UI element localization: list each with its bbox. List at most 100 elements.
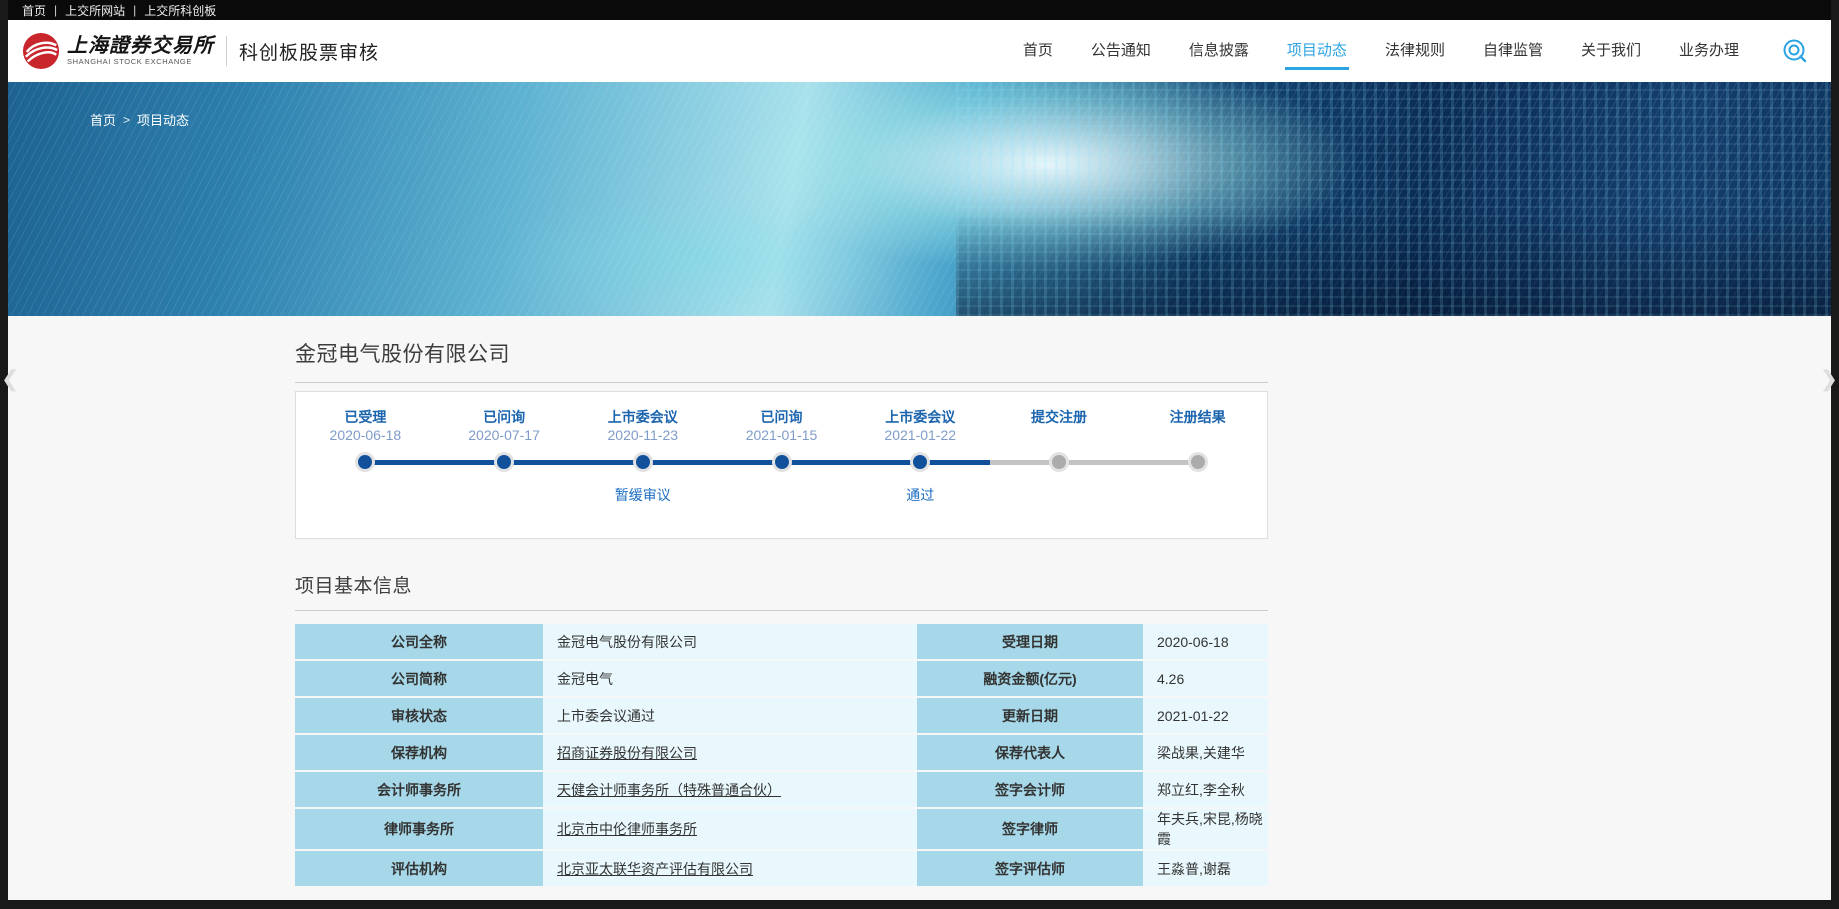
stage-status-passed[interactable]: 通过 [906,485,934,503]
info-label-sponsor: 保荐机构 [295,735,543,770]
info-label-signing-appraisers: 签字评估师 [917,851,1143,886]
project-info-table: 公司全称 金冠电气股份有限公司 受理日期 2020-06-18 公司简称 金冠电… [295,622,1268,888]
stage-label: 注册结果 [1170,407,1226,425]
breadcrumb-home[interactable]: 首页 [90,110,116,129]
timeline-stage-committee-1: 上市委会议 2020-11-23 暂缓审议 [573,407,712,538]
info-label-company-short-name: 公司简称 [295,661,543,696]
info-label-update-date: 更新日期 [917,698,1143,733]
stage-date: 2020-06-18 [330,427,402,447]
title-divider [295,382,1268,383]
section-divider [295,610,1268,611]
info-value: 梁战果,关建华 [1143,735,1268,770]
topbar-link-home[interactable]: 首页 [22,2,46,19]
site-header: 上海證券交易所 SHANGHAI STOCK EXCHANGE 科创板股票审核 … [8,20,1831,82]
nav-item-home[interactable]: 首页 [1021,33,1055,70]
timeline-stage-registration-submitted: 提交注册 [990,407,1129,538]
stage-label: 提交注册 [1031,407,1087,425]
search-button[interactable] [1781,37,1809,65]
info-label-law-firm: 律师事务所 [295,809,543,849]
table-row: 审核状态 上市委会议通过 更新日期 2021-01-22 [295,698,1268,733]
timeline-stage-registration-result: 注册结果 [1128,407,1267,538]
prev-arrow-icon[interactable]: ❮ [1,368,19,390]
table-row: 公司简称 金冠电气 融资金额(亿元) 4.26 [295,661,1268,696]
info-value: 年夫兵,宋昆,杨晓霞 [1143,809,1268,849]
topbar-separator: | [54,3,57,17]
info-label-signing-lawyers: 签字律师 [917,809,1143,849]
stage-label: 已问询 [483,407,525,425]
info-value: 2021-01-22 [1143,698,1268,733]
info-label-appraisal-agency: 评估机构 [295,851,543,886]
accounting-firm-link[interactable]: 天健会计师事务所（特殊普通合伙） [557,782,781,798]
browser-frame: 首页 | 上交所网站 | 上交所科创板 上海證券交易所 SHANGHAI STO… [0,0,1839,909]
breadcrumb: 首页 > 项目动态 [90,110,189,129]
info-label-company-full-name: 公司全称 [295,624,543,659]
stage-dot-icon [636,455,650,469]
topbar-link-sse-site[interactable]: 上交所网站 [65,2,125,19]
table-row: 公司全称 金冠电气股份有限公司 受理日期 2020-06-18 [295,624,1268,659]
topbar-separator: | [133,3,136,17]
law-firm-link[interactable]: 北京市中伦律师事务所 [557,821,697,837]
stage-dot-icon [1191,455,1205,469]
site-product-name: 科创板股票审核 [239,38,379,65]
breadcrumb-current: 项目动态 [137,110,189,129]
stage-status-deferred[interactable]: 暂缓审议 [615,485,671,503]
timeline-stage-committee-2: 上市委会议 2021-01-22 通过 [851,407,990,538]
sponsor-link[interactable]: 招商证券股份有限公司 [557,745,697,761]
stage-date: 2021-01-15 [746,427,818,447]
timeline-stage-inquired-1: 已问询 2020-07-17 [435,407,574,538]
search-icon [1782,38,1808,64]
logo-divider [226,36,227,66]
nav-item-project-status[interactable]: 项目动态 [1285,33,1349,70]
stage-dot-icon [497,455,511,469]
table-row: 评估机构 北京亚太联华资产评估有限公司 签字评估师 王淼普,谢磊 [295,851,1268,886]
nav-item-legal-rules[interactable]: 法律规则 [1383,33,1447,70]
nav-item-business[interactable]: 业务办理 [1677,33,1741,70]
nav-item-self-regulation[interactable]: 自律监管 [1481,33,1545,70]
next-arrow-icon[interactable]: ❯ [1820,368,1838,390]
info-label-acceptance-date: 受理日期 [917,624,1143,659]
stage-label: 上市委会议 [608,407,678,425]
sse-logo[interactable]: 上海證券交易所 SHANGHAI STOCK EXCHANGE [22,32,214,70]
main-nav: 首页 公告通知 信息披露 项目动态 法律规则 自律监管 关于我们 业务办理 [1021,33,1809,70]
info-value: 金冠电气 [543,661,917,696]
stage-dot-icon [775,455,789,469]
timeline-stage-accepted: 已受理 2020-06-18 [296,407,435,538]
section-title-basic-info: 项目基本信息 [295,571,1268,598]
timeline-stage-inquired-2: 已问询 2021-01-15 [712,407,851,538]
stage-label: 已问询 [761,407,803,425]
info-value: 金冠电气股份有限公司 [543,624,917,659]
nav-item-about-us[interactable]: 关于我们 [1579,33,1643,70]
info-value: 天健会计师事务所（特殊普通合伙） [543,772,917,807]
info-value: 招商证券股份有限公司 [543,735,917,770]
nav-item-disclosure[interactable]: 信息披露 [1187,33,1251,70]
info-label-accounting-firm: 会计师事务所 [295,772,543,807]
info-value: 北京亚太联华资产评估有限公司 [543,851,917,886]
table-row: 会计师事务所 天健会计师事务所（特殊普通合伙） 签字会计师 郑立红,李全秋 [295,772,1268,807]
breadcrumb-separator-icon: > [123,113,130,127]
info-value: 王淼普,谢磊 [1143,851,1268,886]
info-value: 北京市中伦律师事务所 [543,809,917,849]
hero-banner: 首页 > 项目动态 [8,82,1831,316]
nav-item-announcements[interactable]: 公告通知 [1089,33,1153,70]
stage-label: 上市委会议 [885,407,955,425]
stage-dot-icon [358,455,372,469]
main-content: 金冠电气股份有限公司 已受理 2020-06-18 已问询 2020-07-17… [295,316,1268,888]
page-title: 金冠电气股份有限公司 [295,338,1268,368]
stage-date: 2020-07-17 [468,427,540,447]
logo-name-en: SHANGHAI STOCK EXCHANGE [67,58,214,66]
info-label-sponsor-representatives: 保荐代表人 [917,735,1143,770]
stage-label: 已受理 [344,407,386,425]
utility-topbar: 首页 | 上交所网站 | 上交所科创板 [8,0,1831,20]
page-viewport: 首页 | 上交所网站 | 上交所科创板 上海證券交易所 SHANGHAI STO… [8,0,1831,900]
info-value: 2020-06-18 [1143,624,1268,659]
info-label-review-status: 审核状态 [295,698,543,733]
table-row: 律师事务所 北京市中伦律师事务所 签字律师 年夫兵,宋昆,杨晓霞 [295,809,1268,849]
info-label-signing-accountants: 签字会计师 [917,772,1143,807]
topbar-link-star-board[interactable]: 上交所科创板 [144,2,216,19]
logo-name-cn: 上海證券交易所 [67,36,214,56]
appraisal-agency-link[interactable]: 北京亚太联华资产评估有限公司 [557,861,753,877]
table-row: 保荐机构 招商证券股份有限公司 保荐代表人 梁战果,关建华 [295,735,1268,770]
stage-dot-icon [913,455,927,469]
info-value: 4.26 [1143,661,1268,696]
info-value: 郑立红,李全秋 [1143,772,1268,807]
